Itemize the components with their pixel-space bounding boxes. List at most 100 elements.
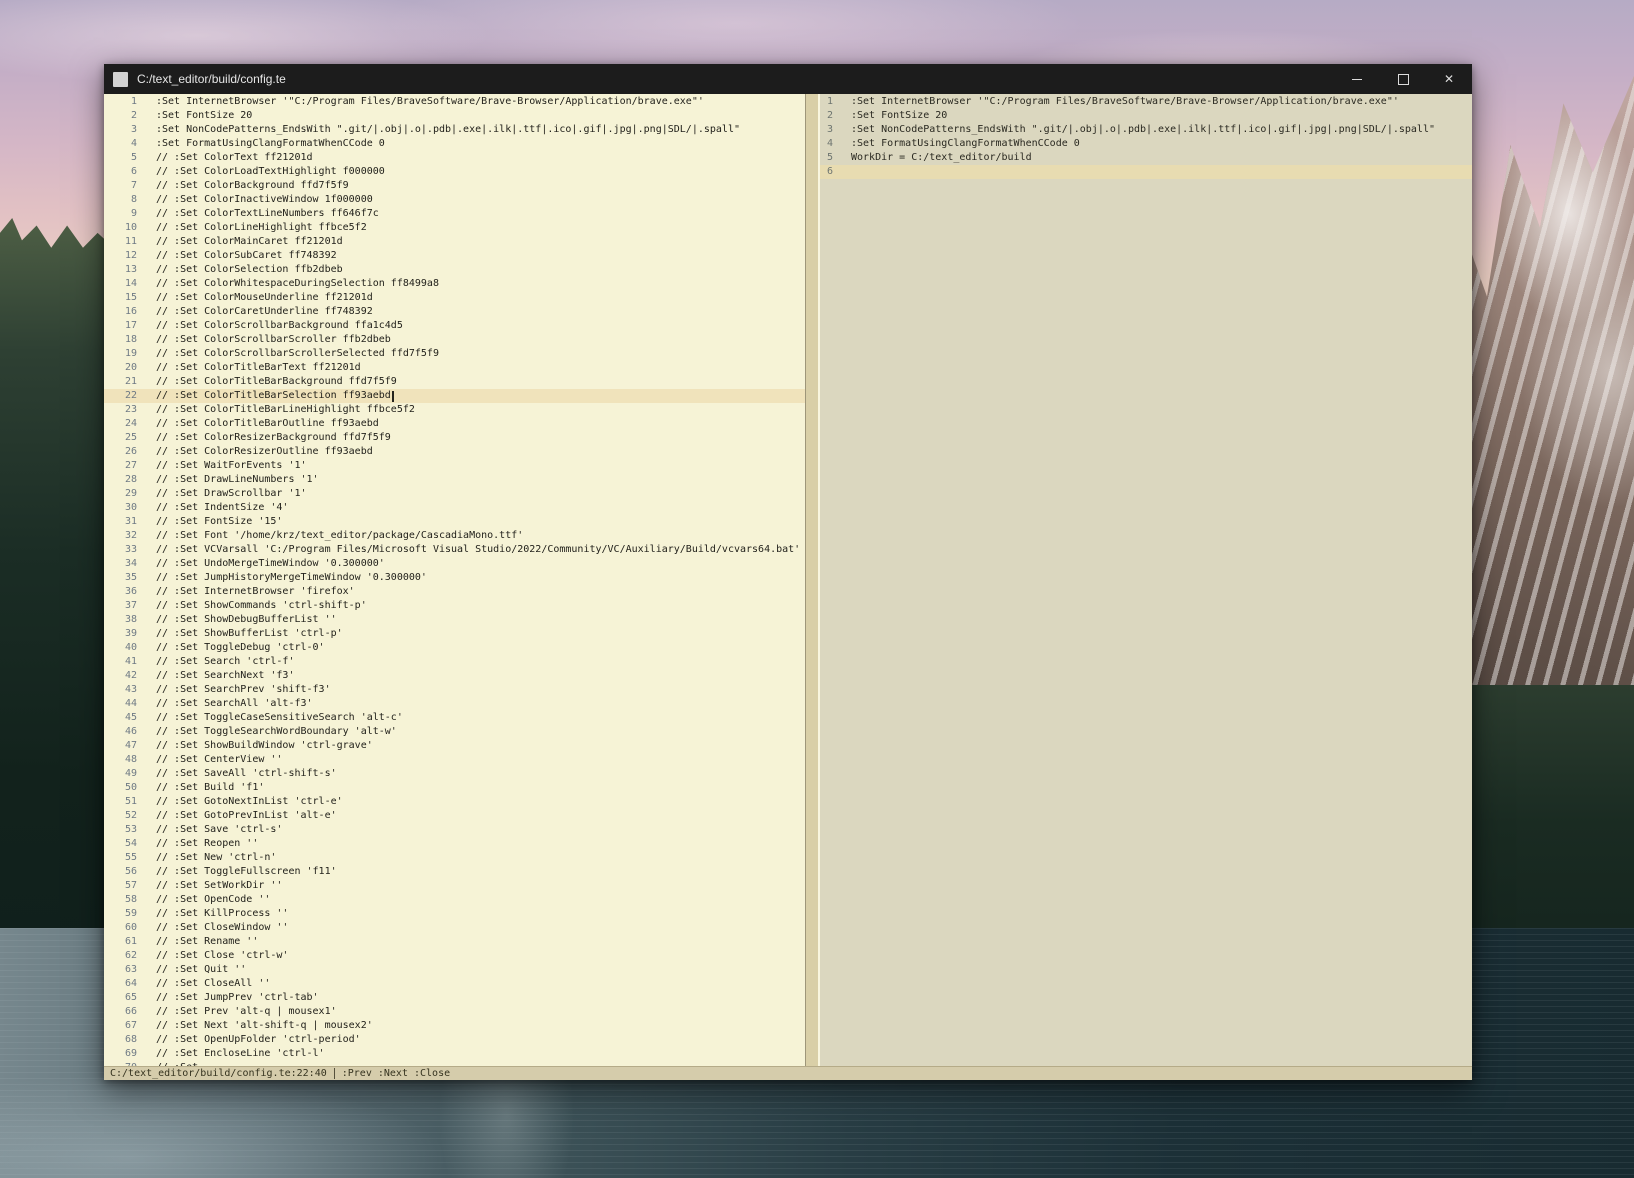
code-line[interactable]: 40// :Set ToggleDebug 'ctrl-0' — [104, 641, 805, 655]
code-line[interactable]: 52// :Set GotoPrevInList 'alt-e' — [104, 809, 805, 823]
code-line[interactable]: 30// :Set IndentSize '4' — [104, 501, 805, 515]
code-line[interactable]: 36// :Set InternetBrowser 'firefox' — [104, 585, 805, 599]
code-line[interactable]: 7// :Set ColorBackground ffd7f5f9 — [104, 179, 805, 193]
code-line[interactable]: 49// :Set SaveAll 'ctrl-shift-s' — [104, 767, 805, 781]
minimize-button[interactable] — [1334, 64, 1380, 94]
code-line[interactable]: 26// :Set ColorResizerOutline ff93aebd — [104, 445, 805, 459]
window-title: C:/text_editor/build/config.te — [137, 72, 1334, 86]
code-line[interactable]: 46// :Set ToggleSearchWordBoundary 'alt-… — [104, 725, 805, 739]
code-line[interactable]: 32// :Set Font '/home/krz/text_editor/pa… — [104, 529, 805, 543]
code-line[interactable]: 6 — [820, 165, 1472, 179]
code-line[interactable]: 58// :Set OpenCode '' — [104, 893, 805, 907]
code-line[interactable]: 25// :Set ColorResizerBackground ffd7f5f… — [104, 431, 805, 445]
code-line[interactable]: 15// :Set ColorMouseUnderline ff21201d — [104, 291, 805, 305]
code-line[interactable]: 64// :Set CloseAll '' — [104, 977, 805, 991]
code-line[interactable]: 16// :Set ColorCaretUnderline ff748392 — [104, 305, 805, 319]
line-text: // :Set ColorResizerOutline ff93aebd — [156, 445, 373, 459]
code-line[interactable]: 1:Set InternetBrowser '"C:/Program Files… — [820, 95, 1472, 109]
code-line[interactable]: 62// :Set Close 'ctrl-w' — [104, 949, 805, 963]
code-line[interactable]: 45// :Set ToggleCaseSensitiveSearch 'alt… — [104, 711, 805, 725]
code-line[interactable]: 29// :Set DrawScrollbar '1' — [104, 487, 805, 501]
pane-active-config[interactable]: 1:Set InternetBrowser '"C:/Program Files… — [104, 94, 805, 1066]
code-line[interactable]: 2:Set FontSize 20 — [820, 109, 1472, 123]
code-line[interactable]: 3:Set NonCodePatterns_EndsWith ".git/|.o… — [104, 123, 805, 137]
code-line[interactable]: 47// :Set ShowBuildWindow 'ctrl-grave' — [104, 739, 805, 753]
code-line[interactable]: 65// :Set JumpPrev 'ctrl-tab' — [104, 991, 805, 1005]
code-line[interactable]: 4:Set FormatUsingClangFormatWhenCCode 0 — [820, 137, 1472, 151]
line-text: // :Set SearchPrev 'shift-f3' — [156, 683, 331, 697]
code-line[interactable]: 3:Set NonCodePatterns_EndsWith ".git/|.o… — [820, 123, 1472, 137]
line-number: 38 — [104, 613, 137, 627]
window-titlebar[interactable]: C:/text_editor/build/config.te ✕ — [104, 64, 1472, 94]
code-line[interactable]: 11// :Set ColorMainCaret ff21201d — [104, 235, 805, 249]
code-line[interactable]: 2:Set FontSize 20 — [104, 109, 805, 123]
code-line[interactable]: 13// :Set ColorSelection ffb2dbeb — [104, 263, 805, 277]
code-line[interactable]: 28// :Set DrawLineNumbers '1' — [104, 473, 805, 487]
code-line[interactable]: 6// :Set ColorLoadTextHighlight f000000 — [104, 165, 805, 179]
pane-scrollbar[interactable] — [805, 94, 820, 1066]
code-line[interactable]: 63// :Set Quit '' — [104, 963, 805, 977]
code-line[interactable]: 33// :Set VCVarsall 'C:/Program Files/Mi… — [104, 543, 805, 557]
line-text: // :Set SearchNext 'f3' — [156, 669, 294, 683]
maximize-icon — [1398, 74, 1409, 85]
close-button[interactable]: ✕ — [1426, 64, 1472, 94]
code-line[interactable]: 51// :Set GotoNextInList 'ctrl-e' — [104, 795, 805, 809]
code-line[interactable]: 50// :Set Build 'f1' — [104, 781, 805, 795]
code-line[interactable]: 67// :Set Next 'alt-shift-q | mousex2' — [104, 1019, 805, 1033]
line-text: WorkDir = C:/text_editor/build — [851, 151, 1032, 165]
code-line[interactable]: 69// :Set EncloseLine 'ctrl-l' — [104, 1047, 805, 1061]
code-line[interactable]: 19// :Set ColorScrollbarScrollerSelected… — [104, 347, 805, 361]
code-line[interactable]: 59// :Set KillProcess '' — [104, 907, 805, 921]
line-number: 34 — [104, 557, 137, 571]
code-line[interactable]: 8// :Set ColorInactiveWindow 1f000000 — [104, 193, 805, 207]
line-number: 3 — [820, 123, 833, 137]
code-line[interactable]: 37// :Set ShowCommands 'ctrl-shift-p' — [104, 599, 805, 613]
code-line[interactable]: 23// :Set ColorTitleBarLineHighlight ffb… — [104, 403, 805, 417]
code-line[interactable]: 57// :Set SetWorkDir '' — [104, 879, 805, 893]
code-line[interactable]: 61// :Set Rename '' — [104, 935, 805, 949]
code-line[interactable]: 43// :Set SearchPrev 'shift-f3' — [104, 683, 805, 697]
code-line[interactable]: 41// :Set Search 'ctrl-f' — [104, 655, 805, 669]
status-commands[interactable]: :Prev :Next :Close — [342, 1068, 450, 1079]
line-text: // :Set Search 'ctrl-f' — [156, 655, 294, 669]
line-number: 46 — [104, 725, 137, 739]
code-line[interactable]: 5// :Set ColorText ff21201d — [104, 151, 805, 165]
code-line[interactable]: 42// :Set SearchNext 'f3' — [104, 669, 805, 683]
line-text: :Set NonCodePatterns_EndsWith ".git/|.ob… — [156, 123, 740, 137]
code-line[interactable]: 17// :Set ColorScrollbarBackground ffa1c… — [104, 319, 805, 333]
line-text: // :Set ShowDebugBufferList '' — [156, 613, 337, 627]
code-line[interactable]: 22// :Set ColorTitleBarSelection ff93aeb… — [104, 389, 805, 403]
code-line[interactable]: 66// :Set Prev 'alt-q | mousex1' — [104, 1005, 805, 1019]
code-line[interactable]: 39// :Set ShowBufferList 'ctrl-p' — [104, 627, 805, 641]
pane-inactive-config[interactable]: 1:Set InternetBrowser '"C:/Program Files… — [820, 94, 1472, 1066]
code-line[interactable]: 27// :Set WaitForEvents '1' — [104, 459, 805, 473]
code-line[interactable]: 55// :Set New 'ctrl-n' — [104, 851, 805, 865]
code-line[interactable]: 48// :Set CenterView '' — [104, 753, 805, 767]
line-number: 4 — [104, 137, 137, 151]
code-line[interactable]: 44// :Set SearchAll 'alt-f3' — [104, 697, 805, 711]
code-line[interactable]: 54// :Set Reopen '' — [104, 837, 805, 851]
code-line[interactable]: 53// :Set Save 'ctrl-s' — [104, 823, 805, 837]
code-line[interactable]: 20// :Set ColorTitleBarText ff21201d — [104, 361, 805, 375]
code-line[interactable]: 34// :Set UndoMergeTimeWindow '0.300000' — [104, 557, 805, 571]
code-line[interactable]: 60// :Set CloseWindow '' — [104, 921, 805, 935]
code-line[interactable]: 10// :Set ColorLineHighlight ffbce5f2 — [104, 221, 805, 235]
line-number: 24 — [104, 417, 137, 431]
code-line[interactable]: 1:Set InternetBrowser '"C:/Program Files… — [104, 95, 805, 109]
code-line[interactable]: 31// :Set FontSize '15' — [104, 515, 805, 529]
code-line[interactable]: 12// :Set ColorSubCaret ff748392 — [104, 249, 805, 263]
code-line[interactable]: 68// :Set OpenUpFolder 'ctrl-period' — [104, 1033, 805, 1047]
code-line[interactable]: 24// :Set ColorTitleBarOutline ff93aebd — [104, 417, 805, 431]
code-line[interactable]: 9// :Set ColorTextLineNumbers ff646f7c — [104, 207, 805, 221]
code-line[interactable]: 5WorkDir = C:/text_editor/build — [820, 151, 1472, 165]
code-line[interactable]: 35// :Set JumpHistoryMergeTimeWindow '0.… — [104, 571, 805, 585]
code-line[interactable]: 38 // :Set ShowDebugBufferList '' — [104, 613, 805, 627]
code-line[interactable]: 14// :Set ColorWhitespaceDuringSelection… — [104, 277, 805, 291]
line-number: 59 — [104, 907, 137, 921]
line-text: // :Set ColorBackground ffd7f5f9 — [156, 179, 349, 193]
code-line[interactable]: 56// :Set ToggleFullscreen 'f11' — [104, 865, 805, 879]
code-line[interactable]: 4:Set FormatUsingClangFormatWhenCCode 0 — [104, 137, 805, 151]
code-line[interactable]: 18// :Set ColorScrollbarScroller ffb2dbe… — [104, 333, 805, 347]
code-line[interactable]: 21// :Set ColorTitleBarBackground ffd7f5… — [104, 375, 805, 389]
maximize-button[interactable] — [1380, 64, 1426, 94]
